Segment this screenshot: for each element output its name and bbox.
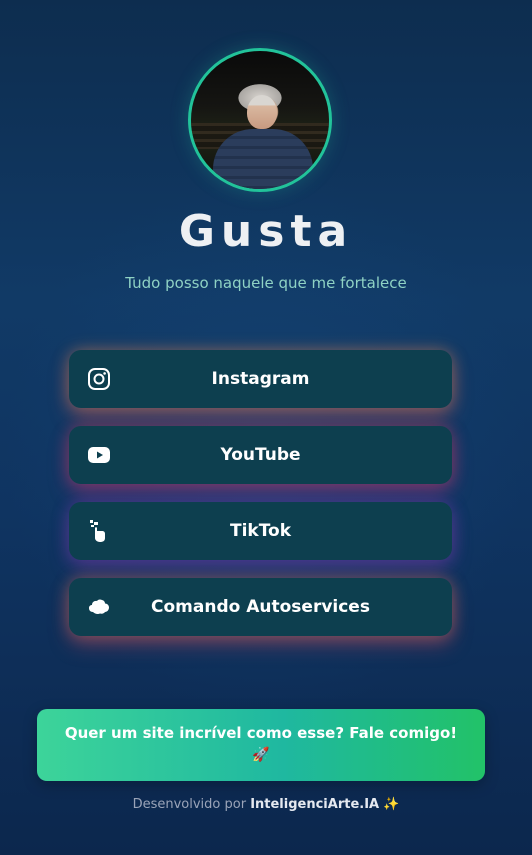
profile-avatar xyxy=(188,48,332,192)
cloud-icon xyxy=(87,595,111,619)
avatar-body xyxy=(213,129,313,189)
tiktok-icon xyxy=(87,519,111,543)
footer-credit: Desenvolvido por InteligenciArte.IA ✨ xyxy=(0,797,532,812)
avatar-head xyxy=(247,95,277,129)
profile-name: Gusta xyxy=(178,206,354,257)
link-tiktok-label: TikTok xyxy=(229,521,292,541)
link-tiktok-button[interactable]: TikTok xyxy=(69,502,452,560)
profile-bio: Tudo posso naquele que me fortalece xyxy=(125,274,407,292)
link-comando-autoservices-button[interactable]: Comando Autoservices xyxy=(69,578,452,636)
footer-prefix: Desenvolvido por xyxy=(132,797,247,812)
instagram-icon xyxy=(87,367,111,391)
link-youtube-button[interactable]: YouTube xyxy=(69,426,452,484)
link-comando-autoservices-label: Comando Autoservices xyxy=(151,597,370,617)
contact-cta-button[interactable]: Quer um site incrível como esse? Fale co… xyxy=(37,709,485,781)
link-instagram-button[interactable]: Instagram xyxy=(69,350,452,408)
link-instagram-label: Instagram xyxy=(211,369,310,389)
youtube-icon xyxy=(87,443,111,467)
link-youtube-label: YouTube xyxy=(220,445,301,465)
footer-brand-link[interactable]: InteligenciArte.IA xyxy=(250,797,379,812)
sparkle-icon: ✨ xyxy=(383,797,400,812)
cta-text: Quer um site incrível como esse? Fale co… xyxy=(64,724,458,742)
rocket-icon: 🚀 xyxy=(252,747,270,763)
